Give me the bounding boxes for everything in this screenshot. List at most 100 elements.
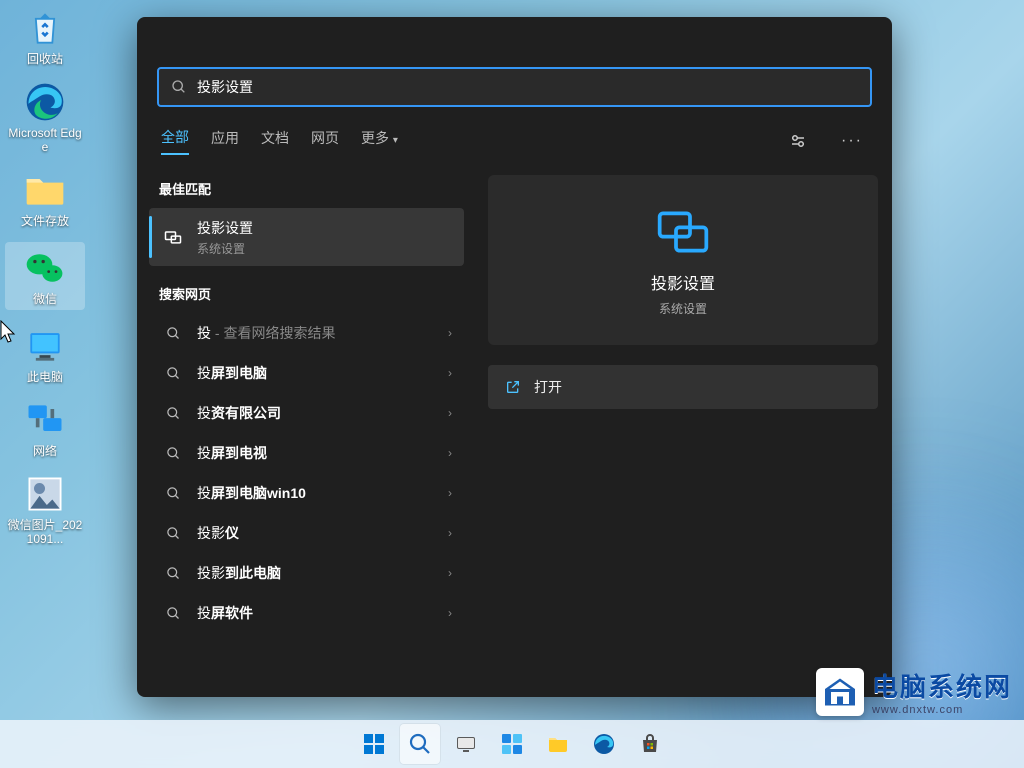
best-match-result[interactable]: 投影设置 系统设置 (149, 208, 464, 266)
desktop-icon-edge[interactable]: Microsoft Edge (5, 80, 85, 154)
projection-large-icon (655, 204, 711, 260)
chevron-right-icon: › (448, 486, 452, 500)
edge-icon (592, 732, 616, 756)
chevron-down-icon: ▾ (393, 135, 398, 146)
best-match-title: 投影设置 (197, 218, 452, 238)
chevron-right-icon: › (448, 366, 452, 380)
preview-card: 投影设置 系统设置 (488, 175, 878, 345)
taskbar-store[interactable] (630, 724, 670, 764)
taskbar (0, 720, 1024, 768)
taskbar-search-button[interactable] (400, 724, 440, 764)
tab-more[interactable]: 更多 ▾ (361, 128, 398, 154)
web-result-1[interactable]: 投屏到电脑› (149, 353, 464, 393)
recycle-bin-label: 回收站 (27, 52, 63, 66)
watermark: 电脑系统网 www.dnxtw.com (816, 667, 1012, 716)
web-result-text: 投屏到电视 (197, 443, 448, 463)
preview-title: 投影设置 (651, 270, 715, 294)
task-view-icon (454, 732, 478, 756)
search-icon (163, 446, 183, 461)
web-result-text: 投 - 查看网络搜索结果 (197, 323, 448, 343)
best-match-header: 最佳匹配 (149, 171, 464, 208)
web-result-7[interactable]: 投屏软件› (149, 593, 464, 633)
widgets-button[interactable] (492, 724, 532, 764)
preview-column: 投影设置 系统设置 打开 (472, 165, 892, 697)
chevron-right-icon: › (448, 526, 452, 540)
ellipsis-icon: ··· (841, 132, 863, 150)
search-icon (163, 606, 183, 621)
preview-subtitle: 系统设置 (659, 300, 707, 317)
folder-icon (23, 168, 67, 212)
desktop-icons: 回收站 Microsoft Edge 文件存放 微信 此电脑 网络 微信图片 (0, 0, 90, 546)
web-result-text: 投影仪 (197, 523, 448, 543)
chevron-right-icon: › (448, 446, 452, 460)
search-input[interactable]: 投影设置 (157, 67, 872, 107)
desktop-icon-wechat[interactable]: 微信 (5, 242, 85, 310)
best-match-subtitle: 系统设置 (197, 240, 452, 257)
store-icon (638, 732, 662, 756)
search-icon (163, 526, 183, 541)
web-result-text: 投影到此电脑 (197, 563, 448, 583)
wechat-label: 微信 (33, 292, 57, 306)
windows-search-panel: 投影设置 全部 应用 文档 网页 更多 ▾ ··· 最佳匹配 投影设置 系统设置 (137, 17, 892, 697)
desktop-icon-folder[interactable]: 文件存放 (5, 168, 85, 228)
web-result-4[interactable]: 投屏到电脑win10› (149, 473, 464, 513)
web-result-text: 投屏到电脑 (197, 363, 448, 383)
web-result-6[interactable]: 投影到此电脑› (149, 553, 464, 593)
this-pc-icon (23, 324, 67, 368)
taskbar-edge[interactable] (584, 724, 624, 764)
tab-all[interactable]: 全部 (161, 127, 189, 155)
edge-label: Microsoft Edge (6, 126, 84, 154)
search-icon (163, 486, 183, 501)
folder-label: 文件存放 (21, 214, 69, 228)
chevron-right-icon: › (448, 326, 452, 340)
desktop-icon-network[interactable]: 网络 (5, 398, 85, 458)
network-icon (23, 398, 67, 442)
image-file-label: 微信图片_2021091... (6, 518, 84, 546)
watermark-title: 电脑系统网 (872, 667, 1012, 704)
results-column: 最佳匹配 投影设置 系统设置 搜索网页 投 - 查看网络搜索结果›投屏到电脑›投… (137, 165, 472, 697)
folder-icon (546, 732, 570, 756)
desktop-icon-image-file[interactable]: 微信图片_2021091... (5, 472, 85, 546)
open-icon (504, 379, 522, 395)
web-result-5[interactable]: 投影仪› (149, 513, 464, 553)
projection-settings-icon (163, 227, 183, 247)
widgets-icon (500, 732, 524, 756)
web-result-text: 投屏到电脑win10 (197, 483, 448, 503)
open-label: 打开 (534, 377, 562, 397)
open-action[interactable]: 打开 (488, 365, 878, 409)
watermark-icon (816, 668, 864, 716)
web-result-2[interactable]: 投资有限公司› (149, 393, 464, 433)
search-icon (163, 406, 183, 421)
web-result-text: 投资有限公司 (197, 403, 448, 423)
web-result-text: 投屏软件 (197, 603, 448, 623)
search-icon (163, 326, 183, 341)
cursor-icon (0, 320, 18, 344)
search-web-header: 搜索网页 (149, 276, 464, 313)
recycle-bin-icon (23, 6, 67, 50)
tab-docs[interactable]: 文档 (261, 128, 289, 154)
more-options-button[interactable]: ··· (836, 125, 868, 157)
image-file-icon (23, 472, 67, 516)
windows-icon (362, 732, 386, 756)
web-result-3[interactable]: 投屏到电视› (149, 433, 464, 473)
network-label: 网络 (33, 444, 57, 458)
tab-apps[interactable]: 应用 (211, 128, 239, 154)
search-icon (163, 566, 183, 581)
desktop-icon-recycle-bin[interactable]: 回收站 (5, 6, 85, 66)
search-icon (163, 366, 183, 381)
search-tabs: 全部 应用 文档 网页 更多 ▾ ··· (137, 107, 892, 165)
search-icon (408, 732, 432, 756)
chevron-right-icon: › (448, 406, 452, 420)
taskbar-explorer[interactable] (538, 724, 578, 764)
task-view-button[interactable] (446, 724, 486, 764)
wechat-icon (23, 246, 67, 290)
tab-web[interactable]: 网页 (311, 128, 339, 154)
start-button[interactable] (354, 724, 394, 764)
web-result-0[interactable]: 投 - 查看网络搜索结果› (149, 313, 464, 353)
search-icon (171, 79, 187, 95)
chevron-right-icon: › (448, 566, 452, 580)
chevron-right-icon: › (448, 606, 452, 620)
watermark-url: www.dnxtw.com (872, 704, 1012, 716)
search-options-button[interactable] (782, 125, 814, 157)
edge-icon (23, 80, 67, 124)
